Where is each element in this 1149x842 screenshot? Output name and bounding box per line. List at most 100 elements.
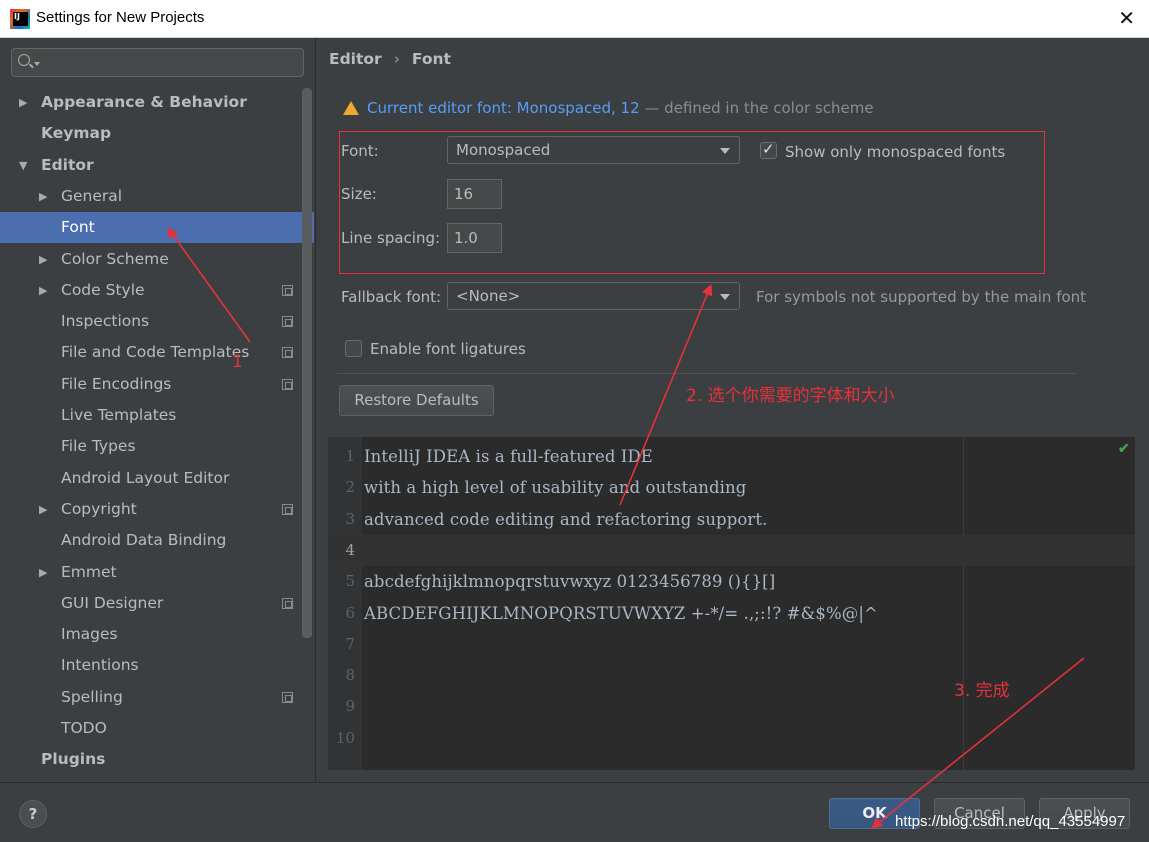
font-ligatures-checkbox[interactable]: [345, 340, 362, 357]
inspection-ok-icon: ✔: [1118, 441, 1130, 457]
fallback-font-select[interactable]: <None>: [447, 282, 740, 310]
collapsed-arrow-icon[interactable]: ▶: [39, 494, 47, 525]
sidebar-item-general[interactable]: ▶ General: [0, 181, 314, 212]
sidebar-item-label: Font: [61, 218, 95, 237]
project-scope-icon: [282, 691, 293, 703]
collapsed-arrow-icon[interactable]: ▶: [39, 557, 47, 588]
line-number: 9: [345, 697, 355, 716]
sidebar-item-label: General: [61, 186, 123, 205]
sidebar-item-label: GUI Designer: [61, 593, 164, 612]
current-font-link[interactable]: Current editor font: Monospaced, 12: [367, 99, 640, 117]
sidebar-item-label: Live Templates: [61, 406, 177, 424]
warning-icon: [343, 101, 359, 115]
dialog-footer: ? OK Cancel Apply: [0, 782, 1149, 842]
font-select[interactable]: Monospaced: [447, 136, 740, 164]
line-number: 2: [345, 478, 355, 497]
show-monospaced-label: Show only monospaced fonts: [785, 143, 1006, 161]
show-monospaced-checkbox[interactable]: [760, 140, 777, 159]
sidebar-item-android-layout-editor[interactable]: Android Layout Editor: [0, 463, 314, 494]
close-icon[interactable]: ✕: [1118, 6, 1135, 30]
preview-line-text: abcdefghijklmnopqrstuvwxyz 0123456789 ()…: [364, 572, 776, 592]
breadcrumb-parent: Editor: [329, 50, 382, 68]
sidebar-item-live-templates[interactable]: Live Templates: [0, 400, 314, 431]
sidebar-item-file-types[interactable]: File Types: [0, 431, 314, 462]
line-number: 10: [335, 728, 355, 747]
sidebar-item-label: Code Style: [61, 280, 145, 299]
font-preview-editor[interactable]: 1 IntelliJ IDEA is a full-featured IDE 2 wi…: [328, 437, 1135, 770]
sidebar-item-plugins[interactable]: Plugins: [0, 744, 314, 775]
chevron-down-icon: [720, 148, 730, 154]
sidebar-item-copyright[interactable]: ▶ Copyright: [0, 494, 314, 525]
sidebar-item-android-data-binding[interactable]: Android Data Binding: [0, 525, 314, 556]
sidebar-item-label: Android Layout Editor: [61, 468, 230, 487]
title-bar: Settings for New Projects ✕: [0, 0, 1149, 38]
sidebar-item-label: File Types: [61, 437, 136, 456]
sidebar-item-label: Spelling: [61, 687, 123, 706]
size-field[interactable]: 16: [447, 179, 502, 209]
annotation-step-1: 1: [232, 352, 243, 372]
preview-line: 8: [328, 660, 1135, 691]
sidebar-item-code-style[interactable]: ▶ Code Style: [0, 275, 314, 306]
color-scheme-notice: Current editor font: Monospaced, 12 — de…: [343, 99, 874, 117]
sidebar-item-appearance-behavior[interactable]: ▶ Appearance & Behavior: [0, 87, 314, 118]
sidebar-item-todo[interactable]: TODO: [0, 713, 314, 744]
collapsed-arrow-icon[interactable]: ▶: [39, 275, 47, 306]
collapsed-arrow-icon[interactable]: ▶: [39, 244, 47, 275]
sidebar-item-spelling[interactable]: Spelling: [0, 682, 314, 713]
collapsed-arrow-icon[interactable]: ▶: [19, 87, 27, 118]
sidebar-item-emmet[interactable]: ▶ Emmet: [0, 557, 314, 588]
sidebar-item-label: Copyright: [61, 499, 137, 518]
line-number: 3: [345, 509, 355, 528]
font-label: Font:: [341, 142, 379, 160]
sidebar-item-font[interactable]: Font: [0, 212, 314, 244]
sidebar-item-label: File and Code Templates: [61, 343, 250, 362]
sidebar-item-file-encodings[interactable]: File Encodings: [0, 369, 314, 400]
preview-line: 4: [328, 534, 1135, 566]
annotation-step-3: 3. 完成: [954, 681, 1010, 701]
line-spacing-field[interactable]: 1.0: [447, 223, 502, 253]
search-input[interactable]: [11, 48, 304, 77]
watermark: https://blog.csdn.net/qq_43554997: [895, 813, 1126, 830]
fallback-font-label: Fallback font:: [341, 288, 442, 306]
sidebar-scrollbar[interactable]: [302, 88, 312, 638]
breadcrumb-separator: ›: [393, 50, 400, 68]
line-number: 4: [345, 540, 355, 559]
sidebar-item-file-and-code-templates[interactable]: File and Code Templates: [0, 337, 314, 368]
sidebar-item-images[interactable]: Images: [0, 619, 314, 650]
sidebar-item-intentions[interactable]: Intentions: [0, 650, 314, 681]
line-number: 1: [345, 447, 355, 465]
expanded-arrow-icon[interactable]: ▼: [19, 150, 27, 181]
sidebar-item-keymap[interactable]: Keymap: [0, 118, 314, 149]
preview-line-text: ABCDEFGHIJKLMNOPQRSTUVWXYZ +-*/= .,;:!? …: [364, 603, 878, 623]
project-scope-icon: [282, 378, 293, 390]
sidebar-item-editor[interactable]: ▼ Editor: [0, 150, 314, 181]
sidebar-item-gui-designer[interactable]: GUI Designer: [0, 588, 314, 619]
preview-line: 7: [328, 629, 1135, 660]
sidebar-item-label: Plugins: [41, 750, 106, 769]
preview-line: 2 with a high level of usability and outs…: [328, 472, 1135, 503]
breadcrumb: Editor › Font: [329, 50, 451, 68]
preview-line: 6 ABCDEFGHIJKLMNOPQRSTUVWXYZ +-*/= .,;:!?…: [328, 598, 1135, 629]
sidebar-item-label: Appearance & Behavior: [41, 93, 247, 111]
help-button[interactable]: ?: [19, 800, 47, 828]
sidebar-item-color-scheme[interactable]: ▶ Color Scheme: [0, 244, 314, 275]
search-history-dropdown-icon[interactable]: [34, 62, 40, 66]
breadcrumb-current: Font: [411, 50, 451, 68]
preview-line: 5 abcdefghijklmnopqrstuvwxyz 0123456789 (…: [328, 566, 1135, 597]
sidebar-item-label: Android Data Binding: [61, 531, 227, 550]
line-number: 7: [345, 634, 355, 653]
collapsed-arrow-icon[interactable]: ▶: [39, 181, 47, 212]
font-select-value: Monospaced: [456, 141, 551, 159]
intellij-app-icon: [10, 9, 30, 29]
project-scope-icon: [282, 597, 293, 609]
sidebar-item-label: Color Scheme: [61, 249, 169, 268]
restore-defaults-button[interactable]: Restore Defaults: [339, 385, 494, 416]
sidebar-item-label: Emmet: [61, 562, 117, 581]
sidebar-item-inspections[interactable]: Inspections: [0, 306, 314, 337]
preview-line-text: IntelliJ IDEA is a full-featured IDE: [364, 447, 653, 466]
annotation-step-2: 2. 选个你需要的字体和大小: [686, 386, 895, 406]
section-divider: [337, 373, 1077, 374]
sidebar-item-label: TODO: [61, 719, 107, 737]
project-scope-icon: [282, 284, 293, 296]
fallback-font-hint: For symbols not supported by the main fo…: [756, 288, 1087, 306]
